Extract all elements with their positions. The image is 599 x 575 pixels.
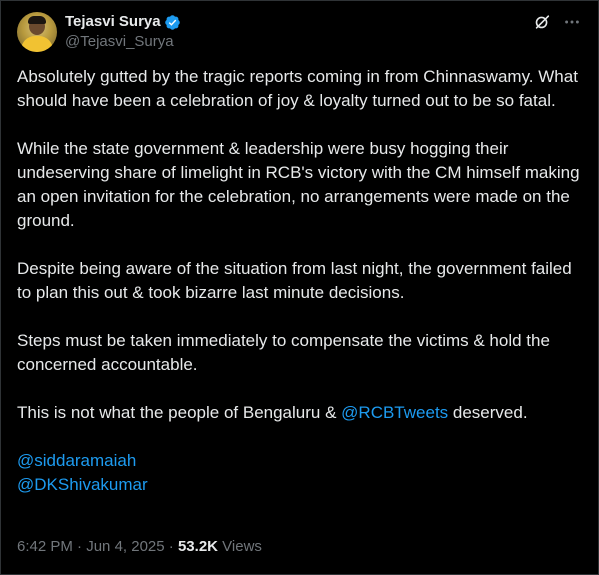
tweet-paragraph-4: Steps must be taken immediately to compe… (17, 331, 555, 374)
meta-separator: · (164, 538, 178, 555)
tweet-meta: 6:42 PM · Jun 4, 2025 · 53.2K Views (17, 537, 262, 557)
author-handle[interactable]: @Tejasvi_Surya (65, 32, 181, 52)
tweet-paragraph-3: Despite being aware of the situation fro… (17, 259, 577, 302)
avatar-hair-shape (28, 16, 46, 24)
avatar[interactable] (17, 12, 57, 52)
tweet-paragraph-5-text-after: deserved. (448, 403, 528, 422)
views-label: Views (218, 538, 262, 555)
avatar-body-shape (21, 36, 53, 52)
tweet-text: Absolutely gutted by the tragic reports … (17, 65, 587, 497)
tweet-header: Tejasvi Surya @Tejasvi_Surya (17, 12, 582, 52)
tweet-mentions: @siddaramaiah @DKShivakumar (17, 449, 587, 497)
views-count: 53.2K (177, 538, 218, 555)
header-actions (532, 2, 582, 42)
verified-badge-icon (164, 14, 181, 31)
meta-separator: · (72, 538, 87, 555)
author-names: Tejasvi Surya @Tejasvi_Surya (65, 12, 181, 52)
author-display-name[interactable]: Tejasvi Surya (65, 12, 161, 32)
tweet-paragraph-5: This is not what the people of Bengaluru… (17, 401, 587, 425)
mention-siddaramaiah-link[interactable]: @siddaramaiah (17, 451, 136, 470)
tweet-time[interactable]: 6:42 PM (17, 538, 73, 555)
mention-dkshivakumar-link[interactable]: @DKShivakumar (17, 475, 148, 494)
tweet-date[interactable]: Jun 4, 2025 (86, 538, 164, 555)
more-icon[interactable] (562, 12, 582, 32)
tweet-paragraph-1: Absolutely gutted by the tragic reports … (17, 67, 583, 110)
grok-icon[interactable] (532, 12, 552, 32)
tweet-card: Tejasvi Surya @Tejasvi_Surya Absolutely … (0, 0, 599, 575)
display-name-row: Tejasvi Surya (65, 12, 181, 32)
tweet-paragraph-5-text-before: This is not what the people of Bengaluru… (17, 403, 342, 422)
mention-rcbtweets-link[interactable]: @RCBTweets (341, 403, 448, 422)
tweet-paragraph-2: While the state government & leadership … (17, 139, 585, 230)
